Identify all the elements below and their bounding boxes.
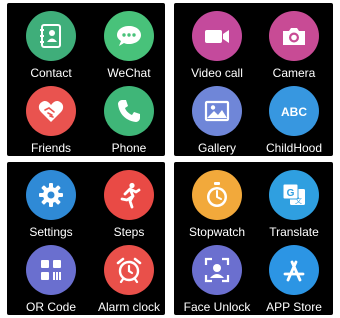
- app-settings[interactable]: Settings: [9, 170, 93, 246]
- app-label: Camera: [272, 66, 316, 80]
- handshake-heart-icon: [26, 86, 76, 136]
- app-steps[interactable]: Steps: [87, 170, 171, 246]
- app-label: Gallery: [197, 141, 236, 155]
- camera-icon: [269, 11, 319, 61]
- app-label: WeChat: [107, 66, 151, 80]
- app-stopwatch[interactable]: Stopwatch: [175, 170, 259, 246]
- contact-book-icon: [26, 11, 76, 61]
- app-label: Phone: [111, 141, 147, 155]
- running-person-icon: [104, 170, 154, 220]
- svg-text:文: 文: [295, 196, 302, 205]
- video-camera-icon: [192, 11, 242, 61]
- app-gallery[interactable]: Gallery: [175, 86, 259, 162]
- app-wechat[interactable]: WeChat: [87, 11, 171, 87]
- app-label: APP Store: [266, 300, 322, 314]
- app-label: Steps: [113, 225, 145, 239]
- app-camera[interactable]: Camera: [252, 11, 336, 87]
- app-app-store[interactable]: APP Store: [252, 245, 336, 318]
- abc-text-icon: ABC: [269, 86, 319, 136]
- app-label: Settings: [29, 225, 73, 239]
- alarm-clock-icon: [104, 245, 154, 295]
- gear-icon: [26, 170, 76, 220]
- app-label: OR Code: [25, 300, 77, 314]
- app-label: Video call: [191, 66, 243, 80]
- app-store-icon: [269, 245, 319, 295]
- app-friends[interactable]: Friends: [9, 86, 93, 162]
- screen-panel-4: Stopwatch G 文 Translate Face Unlock APP …: [174, 162, 333, 315]
- app-label: Contact: [30, 66, 72, 80]
- app-video-call[interactable]: Video call: [175, 11, 259, 87]
- screen-panel-1: Contact WeChat Friends Phone: [7, 3, 165, 156]
- svg-text:G: G: [287, 188, 295, 199]
- face-scan-icon: [192, 245, 242, 295]
- qr-code-icon: [26, 245, 76, 295]
- phone-icon: [104, 86, 154, 136]
- app-label: Stopwatch: [188, 225, 246, 239]
- screen-panel-3: Settings Steps OR Code Alarm clock: [7, 162, 165, 315]
- app-label: Friends: [30, 141, 71, 155]
- stopwatch-icon: [192, 170, 242, 220]
- image-icon: [192, 86, 242, 136]
- app-alarm-clock[interactable]: Alarm clock: [87, 245, 171, 318]
- app-label: Alarm clock: [97, 300, 160, 314]
- app-face-unlock[interactable]: Face Unlock: [175, 245, 259, 318]
- svg-text:ABC: ABC: [281, 105, 307, 119]
- screen-panel-2: Video call Camera Gallery ABC ChildHood: [174, 3, 333, 156]
- app-label: ChildHood: [265, 141, 323, 155]
- app-childhood[interactable]: ABC ChildHood: [252, 86, 336, 162]
- app-phone[interactable]: Phone: [87, 86, 171, 162]
- app-label: Translate: [269, 225, 319, 239]
- app-label: Face Unlock: [183, 300, 251, 314]
- translate-icon: G 文: [269, 170, 319, 220]
- chat-bubble-icon: [104, 11, 154, 61]
- app-contact[interactable]: Contact: [9, 11, 93, 87]
- app-translate[interactable]: G 文 Translate: [252, 170, 336, 246]
- app-qr-code[interactable]: OR Code: [9, 245, 93, 318]
